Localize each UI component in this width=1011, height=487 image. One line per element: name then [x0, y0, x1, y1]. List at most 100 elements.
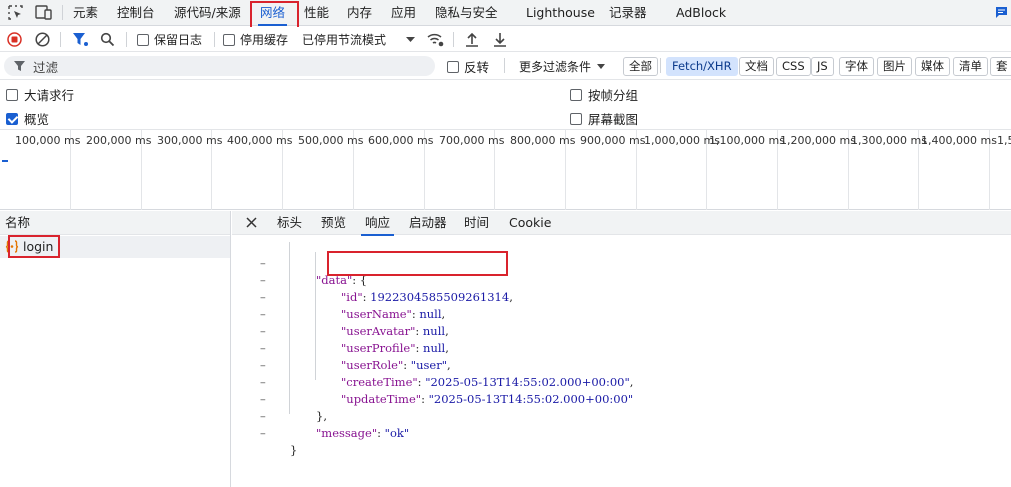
timeline-request-bar [2, 160, 8, 162]
chip-js[interactable]: JS [811, 57, 834, 76]
record-stop-icon[interactable] [7, 32, 22, 47]
tab-sources[interactable]: 源代码/来源 [174, 0, 241, 26]
timeline-tick-label: 1,300,000 ms [851, 134, 927, 147]
divider [660, 58, 661, 73]
tab-privacy-security[interactable]: 隐私与安全 [435, 0, 498, 26]
chip-doc[interactable]: 文档 [739, 57, 774, 76]
invert-label: 反转 [464, 60, 490, 75]
more-filters-dropdown[interactable]: 更多过滤条件 [519, 54, 606, 79]
tab-cookies[interactable]: Cookie [509, 211, 551, 235]
timeline-tick-label: 200,000 ms [86, 134, 152, 147]
tab-application[interactable]: 应用 [391, 0, 416, 26]
more-filters-label: 更多过滤条件 [519, 60, 592, 74]
overview-check[interactable] [6, 112, 18, 125]
network-conditions-icon[interactable] [427, 32, 444, 47]
device-toolbar-icon[interactable] [35, 5, 52, 20]
throttling-select[interactable]: 已停用节流模式 [302, 27, 386, 52]
big-rows-check[interactable] [6, 88, 18, 101]
code-line: – "userRole": "user", [260, 341, 451, 372]
tab-initiator[interactable]: 启动器 [409, 211, 447, 235]
code-line: – "userAvatar": null, [260, 307, 449, 338]
tab-elements[interactable]: 元素 [73, 0, 98, 26]
timeline-tick-label: 1,200,000 ms [780, 134, 856, 147]
preserve-log-checkbox[interactable]: 保留日志 [137, 27, 202, 52]
screenshots-option[interactable]: 屏幕截图 [570, 109, 638, 128]
tab-performance[interactable]: 性能 [304, 0, 329, 26]
timeline-tick-label: 500,000 ms [298, 134, 364, 147]
chip-manifest[interactable]: 清单 [953, 57, 988, 76]
feedback-icon[interactable] [995, 6, 1008, 19]
screenshots-check[interactable] [570, 112, 582, 125]
chip-img[interactable]: 图片 [877, 57, 912, 76]
json-value: "ok" [384, 426, 410, 440]
filter-icon[interactable] [72, 32, 89, 47]
chip-all[interactable]: 全部 [623, 57, 658, 76]
tab-headers[interactable]: 标头 [277, 211, 302, 235]
overview-option[interactable]: 概览 [6, 109, 49, 128]
tab-memory[interactable]: 内存 [347, 0, 372, 26]
request-detail-tabs: 标头 预览 响应 启动器 时间 Cookie [232, 211, 1011, 236]
clear-icon[interactable] [35, 32, 50, 47]
disable-cache-check[interactable] [223, 33, 235, 46]
chip-font[interactable]: 字体 [839, 57, 874, 76]
devtools-tab-bar: 元素 控制台 源代码/来源 网络 性能 内存 应用 隐私与安全 Lighthou… [0, 0, 1011, 26]
timeline-tick-label: 300,000 ms [157, 134, 223, 147]
name-column-header[interactable]: 名称 [0, 211, 230, 235]
disable-cache-label: 停用缓存 [240, 33, 289, 47]
request-list-panel: 名称 login [0, 211, 231, 487]
tab-lighthouse[interactable]: Lighthouse [526, 0, 595, 26]
code-line: – } [260, 426, 298, 457]
disable-cache-checkbox[interactable]: 停用缓存 [223, 27, 288, 52]
response-viewer[interactable]: – "data": { – "id": 1922304585509261314,… [232, 236, 1011, 487]
close-icon[interactable] [246, 217, 257, 228]
timeline-tick-label: 1,100,000 ms [709, 134, 785, 147]
login-highlight [8, 235, 60, 258]
filter-input[interactable]: 过滤 [4, 56, 435, 76]
timeline-tick-label: 600,000 ms [368, 134, 434, 147]
export-har-icon[interactable] [493, 32, 507, 47]
tab-console[interactable]: 控制台 [117, 0, 155, 26]
tab-response[interactable]: 响应 [360, 211, 395, 236]
timeline-overview[interactable]: 100,000 ms 200,000 ms 300,000 ms 400,000… [0, 129, 1011, 210]
divider [126, 32, 127, 47]
group-by-frame-check[interactable] [570, 88, 582, 101]
invert-check[interactable] [447, 60, 459, 73]
filter-funnel-icon [14, 60, 25, 72]
search-icon[interactable] [100, 32, 115, 47]
divider [60, 32, 61, 47]
divider [504, 58, 505, 73]
timeline-tick-label: 400,000 ms [227, 134, 293, 147]
chip-css[interactable]: CSS [776, 57, 811, 76]
overview-label: 概览 [24, 112, 50, 127]
tab-timing[interactable]: 时间 [464, 211, 489, 235]
network-toolbar: 保留日志 停用缓存 已停用节流模式 [0, 27, 1011, 52]
divider [453, 32, 454, 47]
code-line: – "message": "ok" [260, 409, 410, 440]
divider [214, 32, 215, 47]
big-rows-label: 大请求行 [24, 88, 75, 103]
inspect-element-icon[interactable] [8, 5, 23, 20]
invert-checkbox[interactable]: 反转 [447, 54, 489, 79]
divider [62, 5, 63, 20]
chip-other[interactable]: 套 [990, 57, 1011, 76]
json-key: "message" [316, 426, 378, 440]
big-request-rows-option[interactable]: 大请求行 [6, 85, 74, 104]
chip-media[interactable]: 媒体 [915, 57, 950, 76]
group-by-frame-option[interactable]: 按帧分组 [570, 85, 638, 104]
chip-fetch-xhr[interactable]: Fetch/XHR [666, 57, 738, 76]
throttle-dropdown-icon[interactable] [406, 37, 415, 43]
timeline-tick-label: 700,000 ms [439, 134, 505, 147]
filter-bar: 过滤 反转 更多过滤条件 全部 Fetch/XHR 文档 CSS JS 字体 图… [0, 53, 1011, 80]
tab-recorder[interactable]: 记录器 [609, 0, 647, 26]
timeline-tick-label: 1,5 [997, 134, 1011, 147]
import-har-icon[interactable] [465, 32, 479, 47]
id-highlight [327, 251, 508, 276]
preserve-log-check[interactable] [137, 33, 149, 46]
tab-adblock[interactable]: AdBlock [676, 0, 726, 26]
code-line: – }, [260, 392, 327, 423]
throttling-label: 已停用节流模式 [302, 33, 387, 47]
group-by-frame-label: 按帧分组 [588, 88, 639, 103]
timeline-tick-label: 100,000 ms [15, 134, 81, 147]
tab-preview[interactable]: 预览 [321, 211, 346, 235]
code-line: – "userProfile": null, [260, 324, 449, 355]
